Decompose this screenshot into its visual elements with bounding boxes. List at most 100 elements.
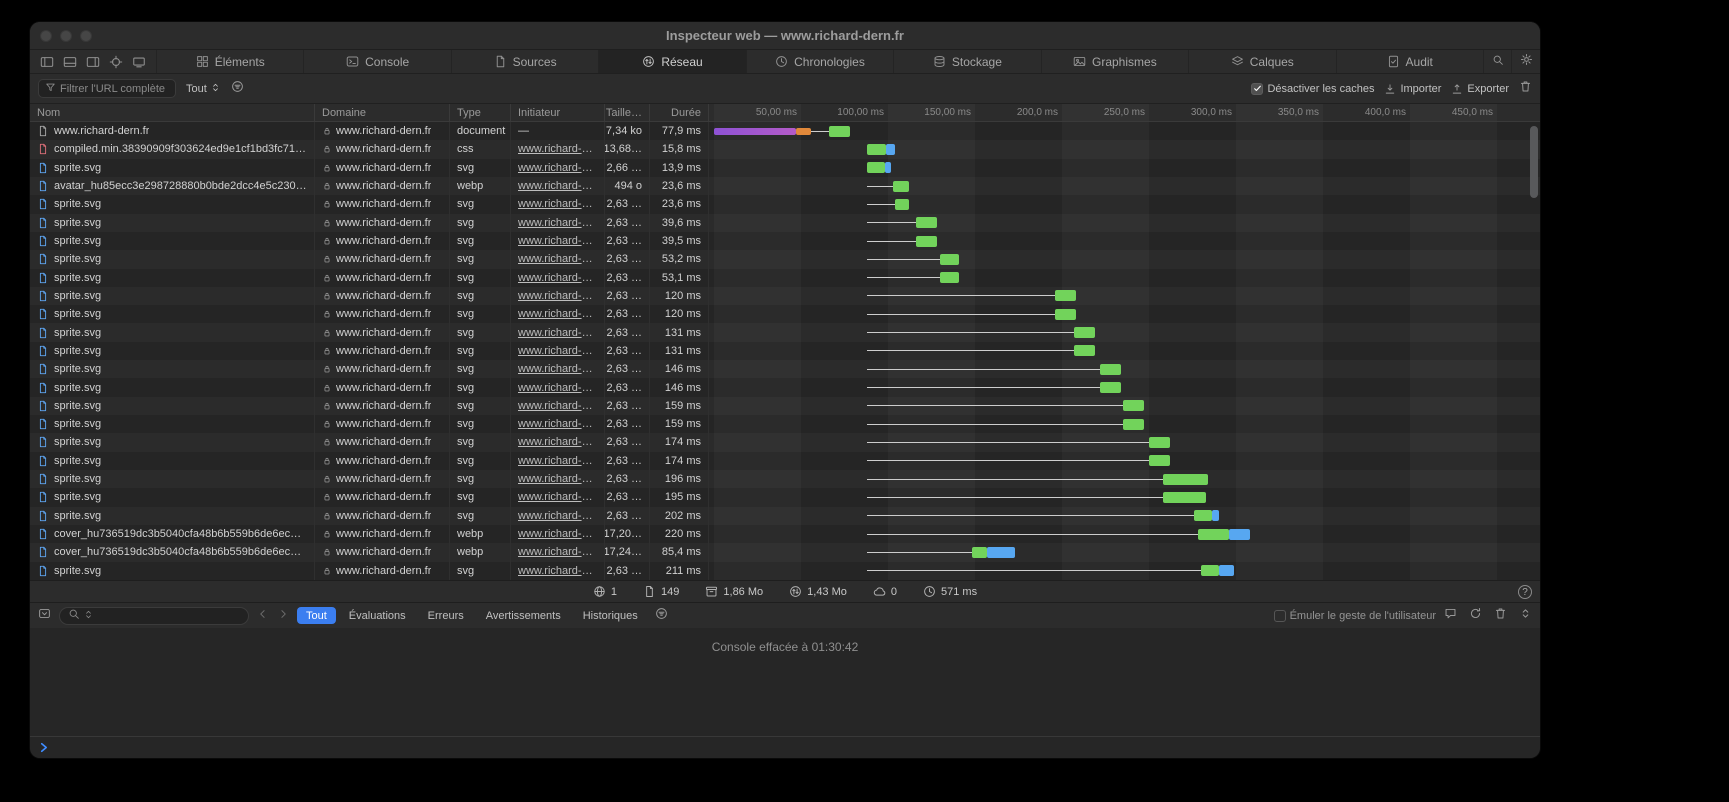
tab-stockage[interactable]: Stockage (894, 50, 1041, 73)
initiator-link[interactable]: www.richard-d… (518, 308, 597, 320)
clear-console-button[interactable] (1494, 607, 1507, 625)
initiator-link[interactable]: www.richard-d… (518, 528, 597, 540)
column-header-dur[interactable]: Durée (650, 104, 709, 121)
initiator-link[interactable]: www.richard-d… (518, 473, 597, 485)
search-button[interactable] (1484, 50, 1512, 73)
url-filter-input[interactable]: Filtrer l'URL complète (38, 79, 176, 98)
console-prompt[interactable] (30, 736, 1540, 758)
network-request-row[interactable]: cover_hu736519dc3b5040cfa48b6b559b6de6ec… (30, 543, 1540, 561)
initiator-link[interactable]: www.richard-d… (518, 198, 597, 210)
network-request-row[interactable]: sprite.svgwww.richard-dern.frsvgwww.rich… (30, 250, 1540, 268)
network-request-row[interactable]: sprite.svgwww.richard-dern.frsvgwww.rich… (30, 214, 1540, 232)
network-request-row[interactable]: sprite.svgwww.richard-dern.frsvgwww.rich… (30, 159, 1540, 177)
clear-network-button[interactable] (1519, 80, 1532, 98)
next-result-button[interactable] (277, 607, 289, 625)
network-request-row[interactable]: sprite.svgwww.richard-dern.frsvgwww.rich… (30, 269, 1540, 287)
network-request-row[interactable]: sprite.svgwww.richard-dern.frsvgwww.rich… (30, 507, 1540, 525)
disable-caches-checkbox[interactable] (1251, 83, 1263, 95)
initiator-link[interactable]: www.richard-d… (518, 290, 597, 302)
console-tab-historiques[interactable]: Historiques (574, 607, 647, 624)
network-request-row[interactable]: sprite.svgwww.richard-dern.frsvgwww.rich… (30, 195, 1540, 213)
console-filter-options-button[interactable] (655, 607, 668, 625)
network-request-row[interactable]: sprite.svgwww.richard-dern.frsvgwww.rich… (30, 397, 1540, 415)
network-request-row[interactable]: sprite.svgwww.richard-dern.frsvgwww.rich… (30, 470, 1540, 488)
tab-calques[interactable]: Calques (1189, 50, 1336, 73)
initiator-link[interactable]: www.richard-d… (518, 235, 597, 247)
tab-graphismes[interactable]: Graphismes (1042, 50, 1189, 73)
network-request-row[interactable]: sprite.svgwww.richard-dern.frsvgwww.rich… (30, 287, 1540, 305)
column-header-domain[interactable]: Domaine (315, 104, 450, 121)
emulate-gesture-checkbox[interactable] (1274, 610, 1286, 622)
console-search-input[interactable] (59, 607, 249, 625)
network-request-row[interactable]: sprite.svgwww.richard-dern.frsvgwww.rich… (30, 342, 1540, 360)
network-request-row[interactable]: sprite.svgwww.richard-dern.frsvgwww.rich… (30, 562, 1540, 580)
reload-button[interactable] (1469, 607, 1482, 625)
console-tab-erreurs[interactable]: Erreurs (419, 607, 473, 624)
column-header-init[interactable]: Initiateur (511, 104, 605, 121)
disable-caches-control[interactable]: Désactiver les caches (1251, 83, 1374, 95)
resource-type-select[interactable]: Tout (186, 82, 221, 96)
console-tab-avertissements[interactable]: Avertissements (477, 607, 570, 624)
import-button[interactable]: Importer (1384, 83, 1441, 95)
close-button[interactable] (40, 30, 52, 42)
initiator-link[interactable]: www.richard-d… (518, 363, 597, 375)
settings-button[interactable] (1512, 50, 1540, 73)
network-request-row[interactable]: sprite.svgwww.richard-dern.frsvgwww.rich… (30, 360, 1540, 378)
network-request-row[interactable]: cover_hu736519dc3b5040cfa48b6b559b6de6ec… (30, 525, 1540, 543)
initiator-link[interactable]: www.richard-d… (518, 455, 597, 467)
console-tab-evaluations[interactable]: Évaluations (340, 607, 415, 624)
network-request-row[interactable]: sprite.svgwww.richard-dern.frsvgwww.rich… (30, 488, 1540, 506)
console-tab-tout[interactable]: Tout (297, 607, 336, 624)
column-header-size[interactable]: Taille… (605, 104, 650, 121)
filter-options-button[interactable] (231, 80, 244, 98)
initiator-link[interactable]: www.richard-d… (518, 272, 597, 284)
vertical-scrollbar[interactable] (1530, 126, 1538, 198)
initiator-link[interactable]: www.richard-d… (518, 345, 597, 357)
initiator-link[interactable]: www.richard-d… (518, 162, 597, 174)
tab-chronologies[interactable]: Chronologies (747, 50, 894, 73)
emulate-gesture-control[interactable]: Émuler le geste de l'utilisateur (1274, 610, 1436, 622)
previous-result-button[interactable] (257, 607, 269, 625)
initiator-link[interactable]: www.richard-d… (518, 327, 597, 339)
initiator-link[interactable]: www.richard-d… (518, 217, 597, 229)
tab-elements[interactable]: Éléments (157, 50, 304, 73)
help-button[interactable]: ? (1518, 585, 1532, 599)
network-request-row[interactable]: sprite.svgwww.richard-dern.frsvgwww.rich… (30, 232, 1540, 250)
zoom-button[interactable] (80, 30, 92, 42)
initiator-link[interactable]: www.richard-d… (518, 180, 597, 192)
initiator-link[interactable]: www.richard-d… (518, 436, 597, 448)
network-request-row[interactable]: sprite.svgwww.richard-dern.frsvgwww.rich… (30, 323, 1540, 341)
column-header-type[interactable]: Type (450, 104, 511, 121)
tab-audit[interactable]: Audit (1337, 50, 1484, 73)
initiator-link[interactable]: www.richard-d… (518, 491, 597, 503)
console-messages-button[interactable] (1444, 607, 1457, 625)
device-icon[interactable] (132, 55, 146, 69)
console-scope-button[interactable] (38, 607, 51, 625)
initiator-link[interactable]: www.richard-d… (518, 382, 597, 394)
initiator-link[interactable]: www.richard-d… (518, 510, 597, 522)
tab-console[interactable]: Console (304, 50, 451, 73)
tab-sources[interactable]: Sources (452, 50, 599, 73)
panel-left-icon[interactable] (40, 55, 54, 69)
network-request-row[interactable]: sprite.svgwww.richard-dern.frsvgwww.rich… (30, 452, 1540, 470)
initiator-link[interactable]: www.richard-d… (518, 565, 597, 577)
target-icon[interactable] (109, 55, 123, 69)
initiator-link[interactable]: www.richard-d… (518, 546, 597, 558)
network-request-row[interactable]: avatar_hu85ecc3e298728880b0bde2dcc4e5c23… (30, 177, 1540, 195)
network-request-row[interactable]: sprite.svgwww.richard-dern.frsvgwww.rich… (30, 415, 1540, 433)
export-button[interactable]: Exporter (1451, 83, 1509, 95)
network-request-row[interactable]: sprite.svgwww.richard-dern.frsvgwww.rich… (30, 378, 1540, 396)
minimize-button[interactable] (60, 30, 72, 42)
initiator-link[interactable]: www.richard-d… (518, 143, 597, 155)
column-header-name[interactable]: Nom (30, 104, 315, 121)
network-request-row[interactable]: www.richard-dern.frwww.richard-dern.frdo… (30, 122, 1540, 140)
panel-bottom-icon[interactable] (63, 55, 77, 69)
tab-reseau[interactable]: Réseau (599, 50, 746, 73)
initiator-link[interactable]: www.richard-d… (518, 253, 597, 265)
toggle-console-size-button[interactable] (1519, 607, 1532, 625)
network-request-row[interactable]: compiled.min.38390909f303624ed9e1cf1bd3f… (30, 140, 1540, 158)
initiator-link[interactable]: www.richard-d… (518, 400, 597, 412)
network-request-row[interactable]: sprite.svgwww.richard-dern.frsvgwww.rich… (30, 433, 1540, 451)
network-request-row[interactable]: sprite.svgwww.richard-dern.frsvgwww.rich… (30, 305, 1540, 323)
panel-right-icon[interactable] (86, 55, 100, 69)
